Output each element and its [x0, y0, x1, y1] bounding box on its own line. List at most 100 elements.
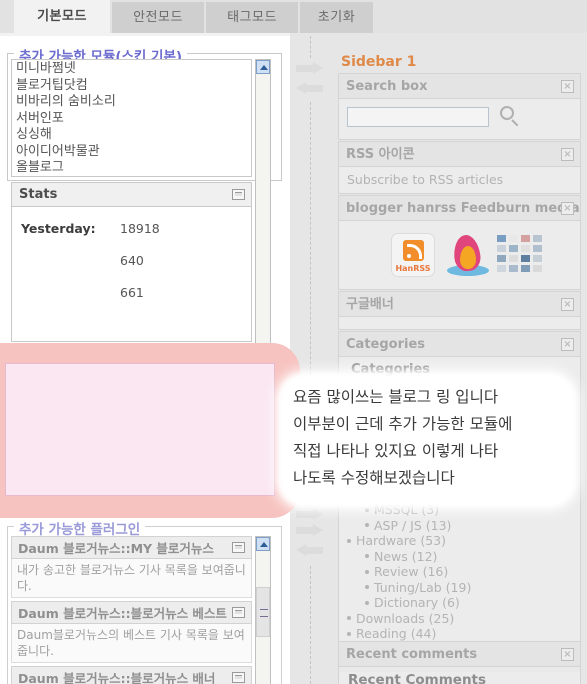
bullet-icon [365, 600, 369, 605]
media-cell [497, 245, 506, 252]
close-icon[interactable]: × [561, 202, 574, 215]
arrow-head [296, 544, 306, 556]
module-listbox[interactable]: 미니바쩜넷 블로거팁닷컴 비바리의 숨비소리 서버인포 싱싱해 아이디어박물관 … [11, 59, 252, 177]
move-all-left-button[interactable] [296, 544, 323, 557]
scrollbar-thumb[interactable] [256, 587, 270, 637]
category-label: Tuning/Lab (19) [374, 579, 472, 595]
minimize-icon[interactable] [232, 607, 245, 618]
stats-panel-header: Stats [12, 183, 251, 207]
panel-body [339, 99, 580, 139]
panel-rss-icon: RSS 아이콘 × Subscribe to RSS articles [338, 141, 581, 194]
annotation-line: 이부분이 근데 추가 가능한 모듈에 [293, 415, 513, 433]
media-cell [533, 245, 542, 252]
list-item[interactable]: 블로거팁닷컴 [12, 78, 251, 95]
panel-body: Subscribe to RSS articles [339, 167, 580, 193]
category-item[interactable]: Hardware (53) [347, 533, 580, 549]
media-cell [533, 235, 542, 242]
close-icon[interactable]: × [561, 148, 574, 161]
category-item[interactable]: Reading (44) [347, 626, 580, 642]
annotation-line: 나도록 수정해보겠습니다 [293, 469, 455, 487]
panel-header: 구글배너 × [339, 292, 580, 317]
move-all-right-button-2[interactable] [296, 524, 323, 537]
list-item[interactable]: 아이디어박물관 [12, 144, 251, 161]
media-grid-icon[interactable] [497, 235, 545, 275]
tab-bar: 기본모드 안전모드 태그모드 초기화 [0, 0, 587, 33]
search-icon[interactable] [499, 105, 521, 127]
minimize-icon[interactable] [232, 189, 245, 200]
category-item[interactable]: Downloads (25) [347, 611, 580, 627]
plugins-scrollbar[interactable] [255, 536, 271, 684]
media-cell [497, 235, 506, 242]
list-item[interactable]: 올블로그 [12, 160, 251, 176]
arrow-shaft [296, 511, 313, 518]
tab-basic-mode[interactable]: 기본모드 [14, 0, 110, 33]
category-item[interactable]: MSSQL (3) [365, 502, 580, 518]
category-label: ASP / JS (13) [374, 517, 452, 533]
media-cell [521, 235, 530, 242]
move-all-right-button[interactable] [296, 508, 323, 521]
category-label: News (12) [374, 548, 438, 564]
list-item[interactable]: 싱싱해 [12, 127, 251, 144]
divider-dotted [310, 566, 311, 684]
annotation-callout: 요즘 많이쓰는 블로그 링 입니다 이부분이 근데 추가 가능한 모듈에 직접 … [283, 378, 571, 502]
tab-tag-mode[interactable]: 태그모드 [206, 2, 298, 33]
stats-value: 661 [120, 285, 144, 300]
plugin-title[interactable]: Daum 블로거뉴스::블로거뉴스 베스트 [11, 601, 252, 624]
media-cell [509, 245, 518, 252]
left-panel: 추가 가능한 모듈(스킨 기본) 미니바쩜넷 블로거팁닷컴 비바리의 숨비소리 … [0, 36, 290, 684]
category-item[interactable]: ASP / JS (13) [365, 518, 580, 534]
close-icon[interactable]: × [561, 338, 574, 351]
panel-search-box: Search box × [338, 73, 581, 140]
media-cell [533, 265, 542, 272]
panel-feedburn-media: blogger hanrss Feedburn media × HanRSS [338, 195, 581, 290]
search-input[interactable] [347, 107, 489, 127]
scroll-up-icon[interactable] [256, 60, 270, 74]
panel-title: Categories [346, 337, 426, 352]
plugin-title[interactable]: Daum 블로거뉴스::MY 블로거뉴스 [11, 536, 252, 559]
panel-title: RSS 아이콘 [346, 147, 415, 162]
media-cell [509, 255, 518, 262]
panel-header: Categories × [339, 332, 580, 357]
category-label: Reading (44) [356, 626, 437, 641]
scroll-up-icon[interactable] [256, 537, 270, 551]
move-left-button[interactable] [296, 82, 323, 95]
bullet-icon [347, 538, 351, 543]
panel-body [339, 317, 580, 329]
category-item[interactable]: Tuning/Lab (19) [365, 580, 580, 596]
close-icon[interactable]: × [561, 80, 574, 93]
panel-header: blogger hanrss Feedburn media × [339, 196, 580, 221]
list-item[interactable]: 정직한 쇼핑몰 [12, 177, 251, 178]
minimize-icon[interactable] [232, 672, 245, 683]
category-item[interactable]: News (12) [365, 549, 580, 565]
list-item[interactable]: 비바리의 숨비소리 [12, 94, 251, 111]
sidebar-column: Sidebar 1 Search box × RSS 아이콘 × Subscri… [331, 36, 587, 684]
plugin-description: Daum블로거뉴스의 베스트 기사 목록을 보여줍니다. [11, 624, 252, 663]
panel-title: Search box [346, 79, 428, 94]
category-item[interactable]: Review (16) [365, 564, 580, 580]
rss-subscribe-label[interactable]: Subscribe to RSS articles [339, 167, 580, 192]
plugin-description: 내가 송고한 블로거뉴스 기사 목록을 보여줍니다. [11, 559, 252, 598]
list-item[interactable]: 서버인포 [12, 111, 251, 128]
category-item[interactable]: Dictionary (6) [365, 595, 580, 611]
stats-value: 18918 [120, 221, 160, 236]
panel-recent-comments: Recent comments × Recent Comments [338, 641, 581, 684]
hanrss-icon[interactable]: HanRSS [391, 233, 435, 277]
arrow-head [313, 524, 323, 536]
sidebar-title: Sidebar 1 [341, 54, 417, 70]
stats-title: Stats [19, 187, 58, 202]
tab-safe-mode[interactable]: 안전모드 [112, 2, 204, 33]
close-icon[interactable]: × [561, 648, 574, 661]
tab-reset[interactable]: 초기화 [300, 2, 373, 33]
move-right-button[interactable] [296, 62, 323, 75]
media-cell [521, 255, 530, 262]
bullet-icon [365, 523, 369, 527]
plugin-title-label: Daum 블로거뉴스::MY 블로거뉴스 [18, 541, 214, 556]
close-icon[interactable]: × [561, 298, 574, 311]
plugin-title[interactable]: Daum 블로거뉴스::블로거뉴스 배너 [11, 666, 252, 684]
stats-panel-body: Yesterday: 18918 640 661 [12, 207, 251, 341]
bullet-icon [365, 569, 369, 574]
feedburner-flame-icon[interactable] [447, 233, 489, 277]
list-item[interactable]: 미니바쩜넷 [12, 61, 251, 78]
minimize-icon[interactable] [232, 542, 245, 553]
arrow-shaft [296, 65, 313, 72]
